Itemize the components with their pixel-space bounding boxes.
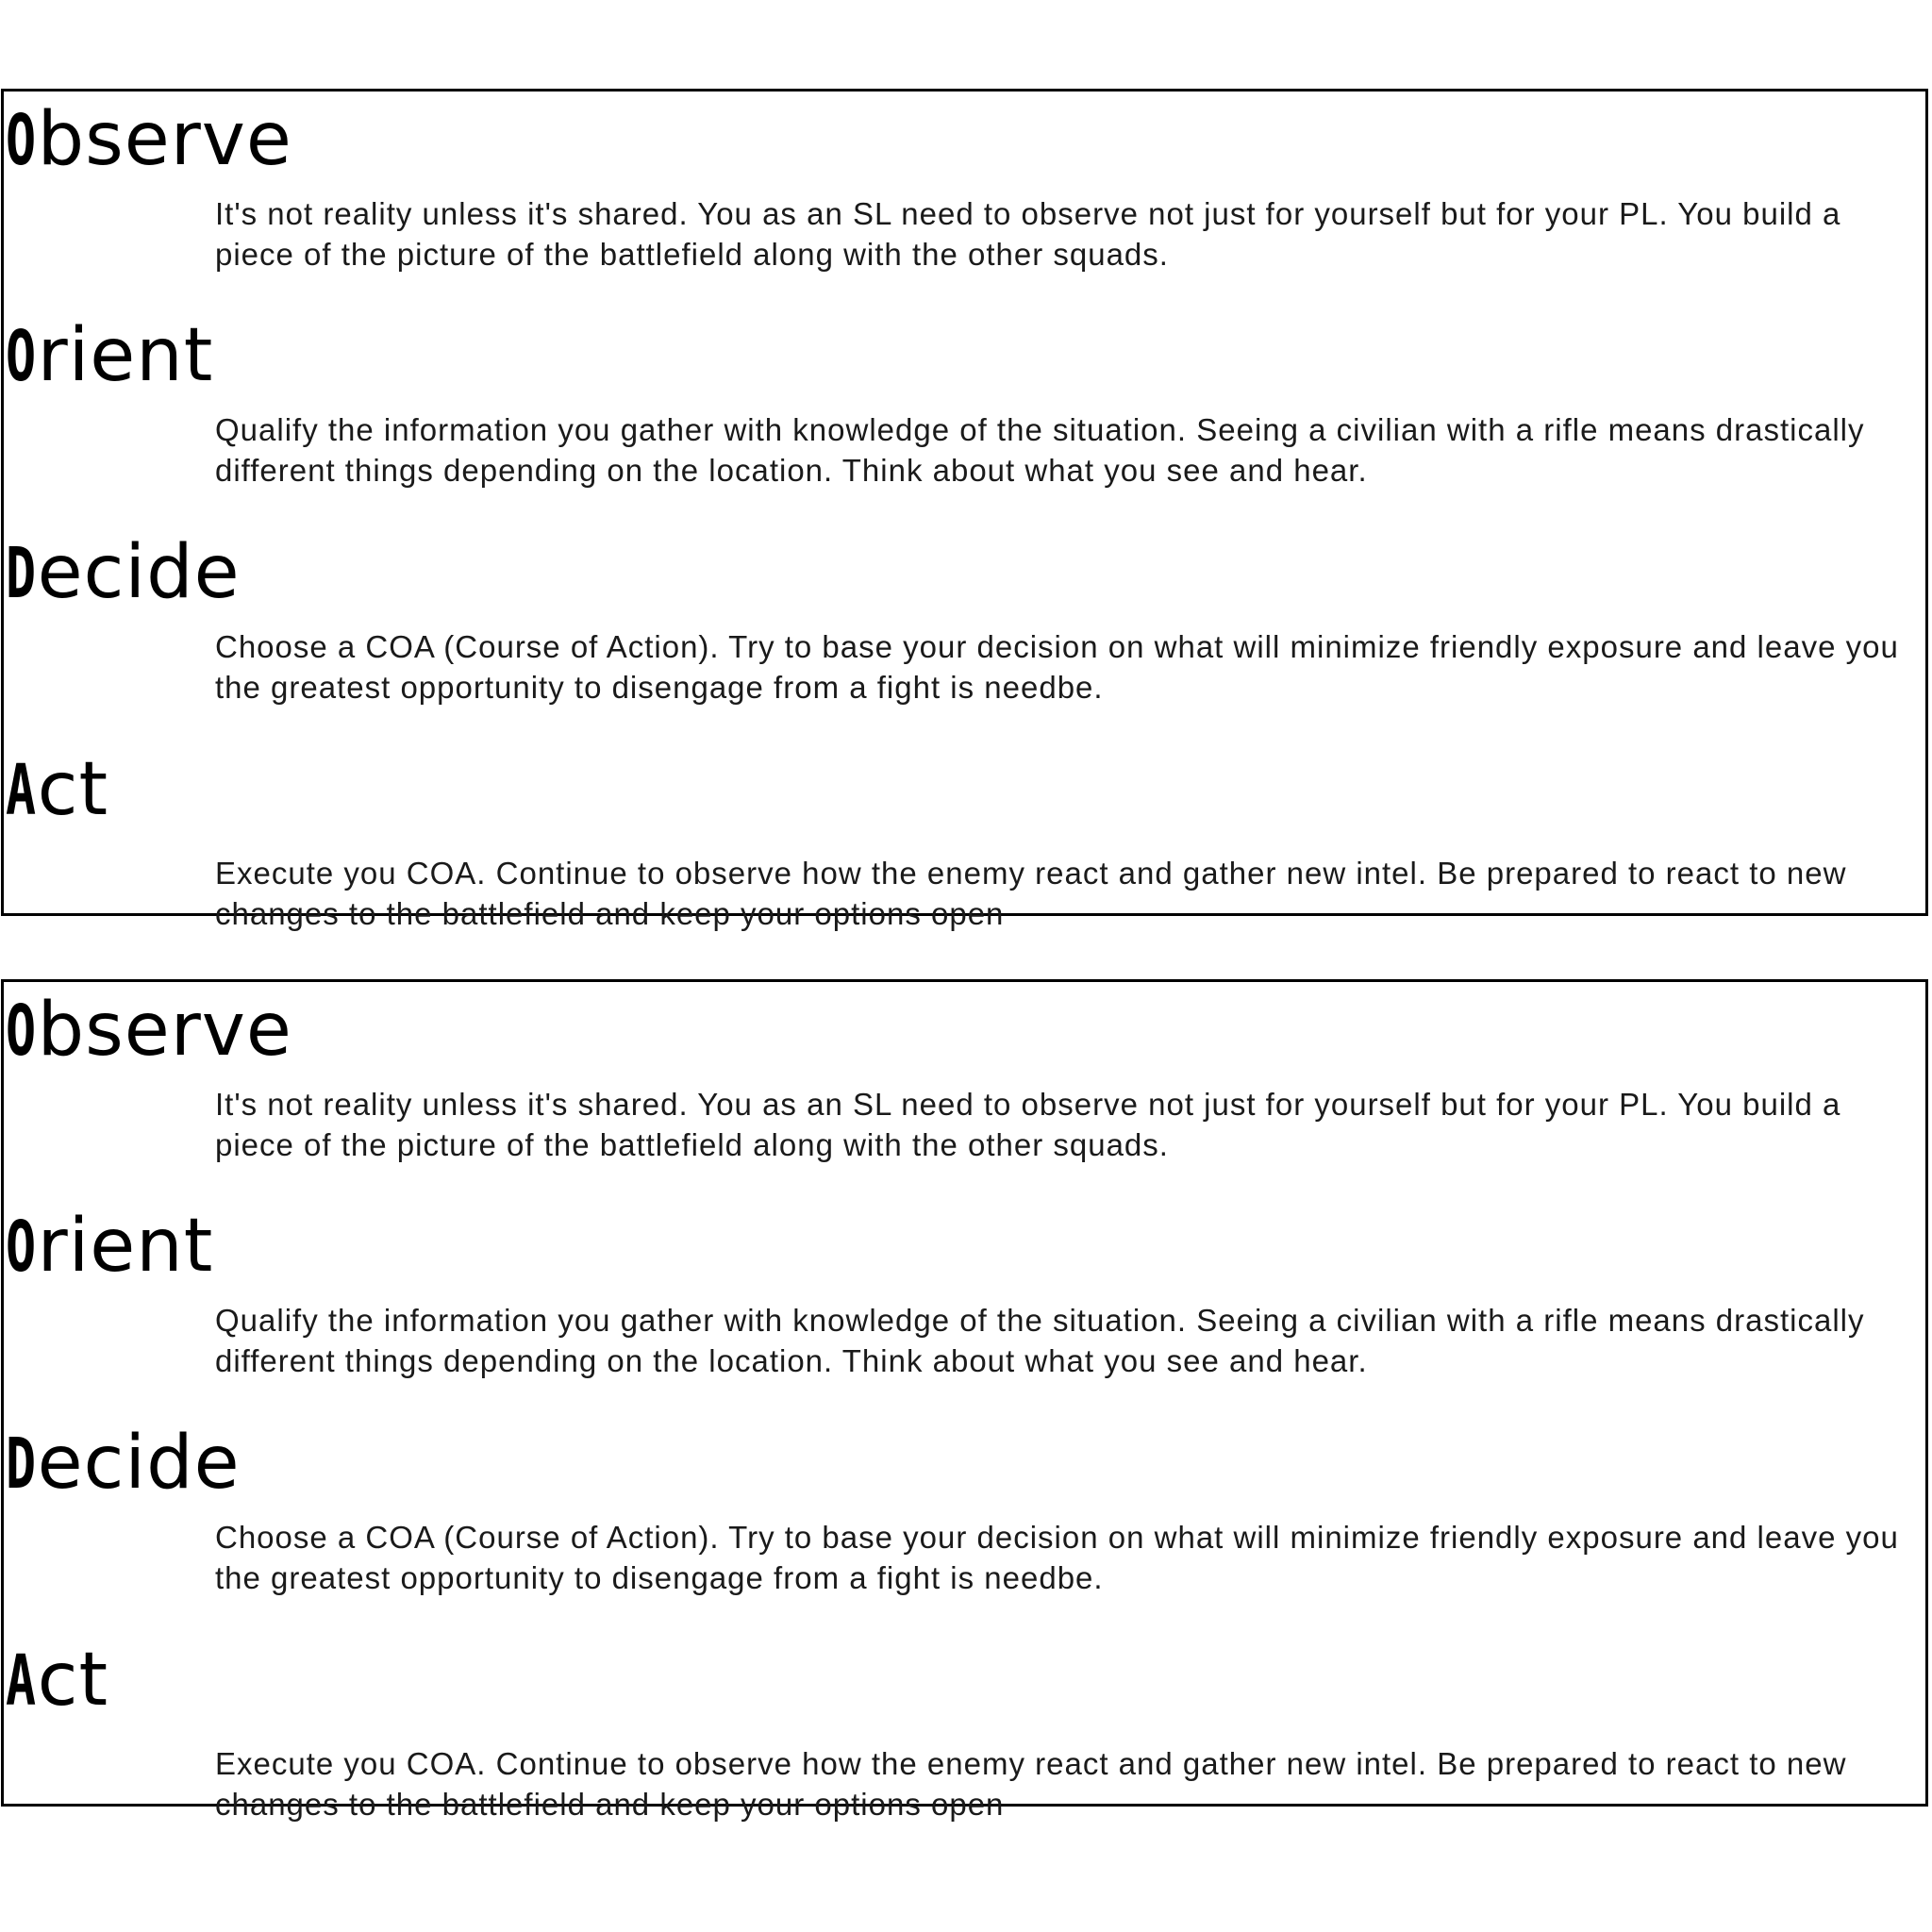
- heading-rest: bserve: [37, 97, 292, 182]
- observe-text: It's not reality unless it's shared. You…: [215, 196, 1841, 272]
- heading-rest: ct: [37, 1638, 109, 1723]
- heading-decide: Decide: [4, 1421, 1925, 1506]
- section-act: Act Execute you COA. Continue to observe…: [4, 1640, 1925, 1824]
- heading-act: Act: [4, 1638, 1925, 1723]
- heading-initial: O: [6, 1207, 37, 1288]
- heading-initial: A: [6, 750, 37, 831]
- section-observe: Observe It's not reality unless it's sha…: [4, 990, 1925, 1165]
- orient-text: Qualify the information you gather with …: [215, 412, 1865, 488]
- heading-observe: Observe: [4, 97, 1925, 182]
- heading-initial: D: [6, 533, 37, 614]
- act-text: Execute you COA. Continue to observe how…: [215, 856, 1847, 931]
- section-orient: Orient Qualify the information you gathe…: [4, 315, 1925, 491]
- heading-rest: ct: [37, 747, 109, 832]
- heading-initial: O: [6, 316, 37, 397]
- ooda-panel-top: Observe It's not reality unless it's sha…: [1, 89, 1928, 931]
- heading-rest: ecide: [37, 530, 241, 615]
- heading-rest: bserve: [37, 988, 292, 1073]
- heading-decide: Decide: [4, 530, 1925, 615]
- ooda-panel-bottom: Observe It's not reality unless it's sha…: [1, 979, 1928, 1822]
- section-observe: Observe It's not reality unless it's sha…: [4, 99, 1925, 275]
- section-decide: Decide Choose a COA (Course of Action). …: [4, 1423, 1925, 1598]
- section-orient: Orient Qualify the information you gathe…: [4, 1206, 1925, 1381]
- heading-act: Act: [4, 747, 1925, 832]
- heading-initial: O: [6, 991, 37, 1072]
- decide-text: Choose a COA (Course of Action). Try to …: [215, 629, 1899, 705]
- heading-initial: D: [6, 1424, 37, 1505]
- section-decide: Decide Choose a COA (Course of Action). …: [4, 532, 1925, 708]
- heading-rest: rient: [37, 313, 214, 398]
- heading-initial: O: [6, 100, 37, 181]
- decide-text: Choose a COA (Course of Action). Try to …: [215, 1520, 1899, 1595]
- heading-orient: Orient: [4, 1204, 1925, 1289]
- heading-orient: Orient: [4, 313, 1925, 398]
- act-text: Execute you COA. Continue to observe how…: [215, 1746, 1847, 1822]
- section-act: Act Execute you COA. Continue to observe…: [4, 749, 1925, 934]
- observe-text: It's not reality unless it's shared. You…: [215, 1087, 1841, 1162]
- heading-rest: rient: [37, 1204, 214, 1289]
- orient-text: Qualify the information you gather with …: [215, 1303, 1865, 1378]
- heading-observe: Observe: [4, 988, 1925, 1073]
- heading-initial: A: [6, 1641, 37, 1722]
- heading-rest: ecide: [37, 1421, 241, 1506]
